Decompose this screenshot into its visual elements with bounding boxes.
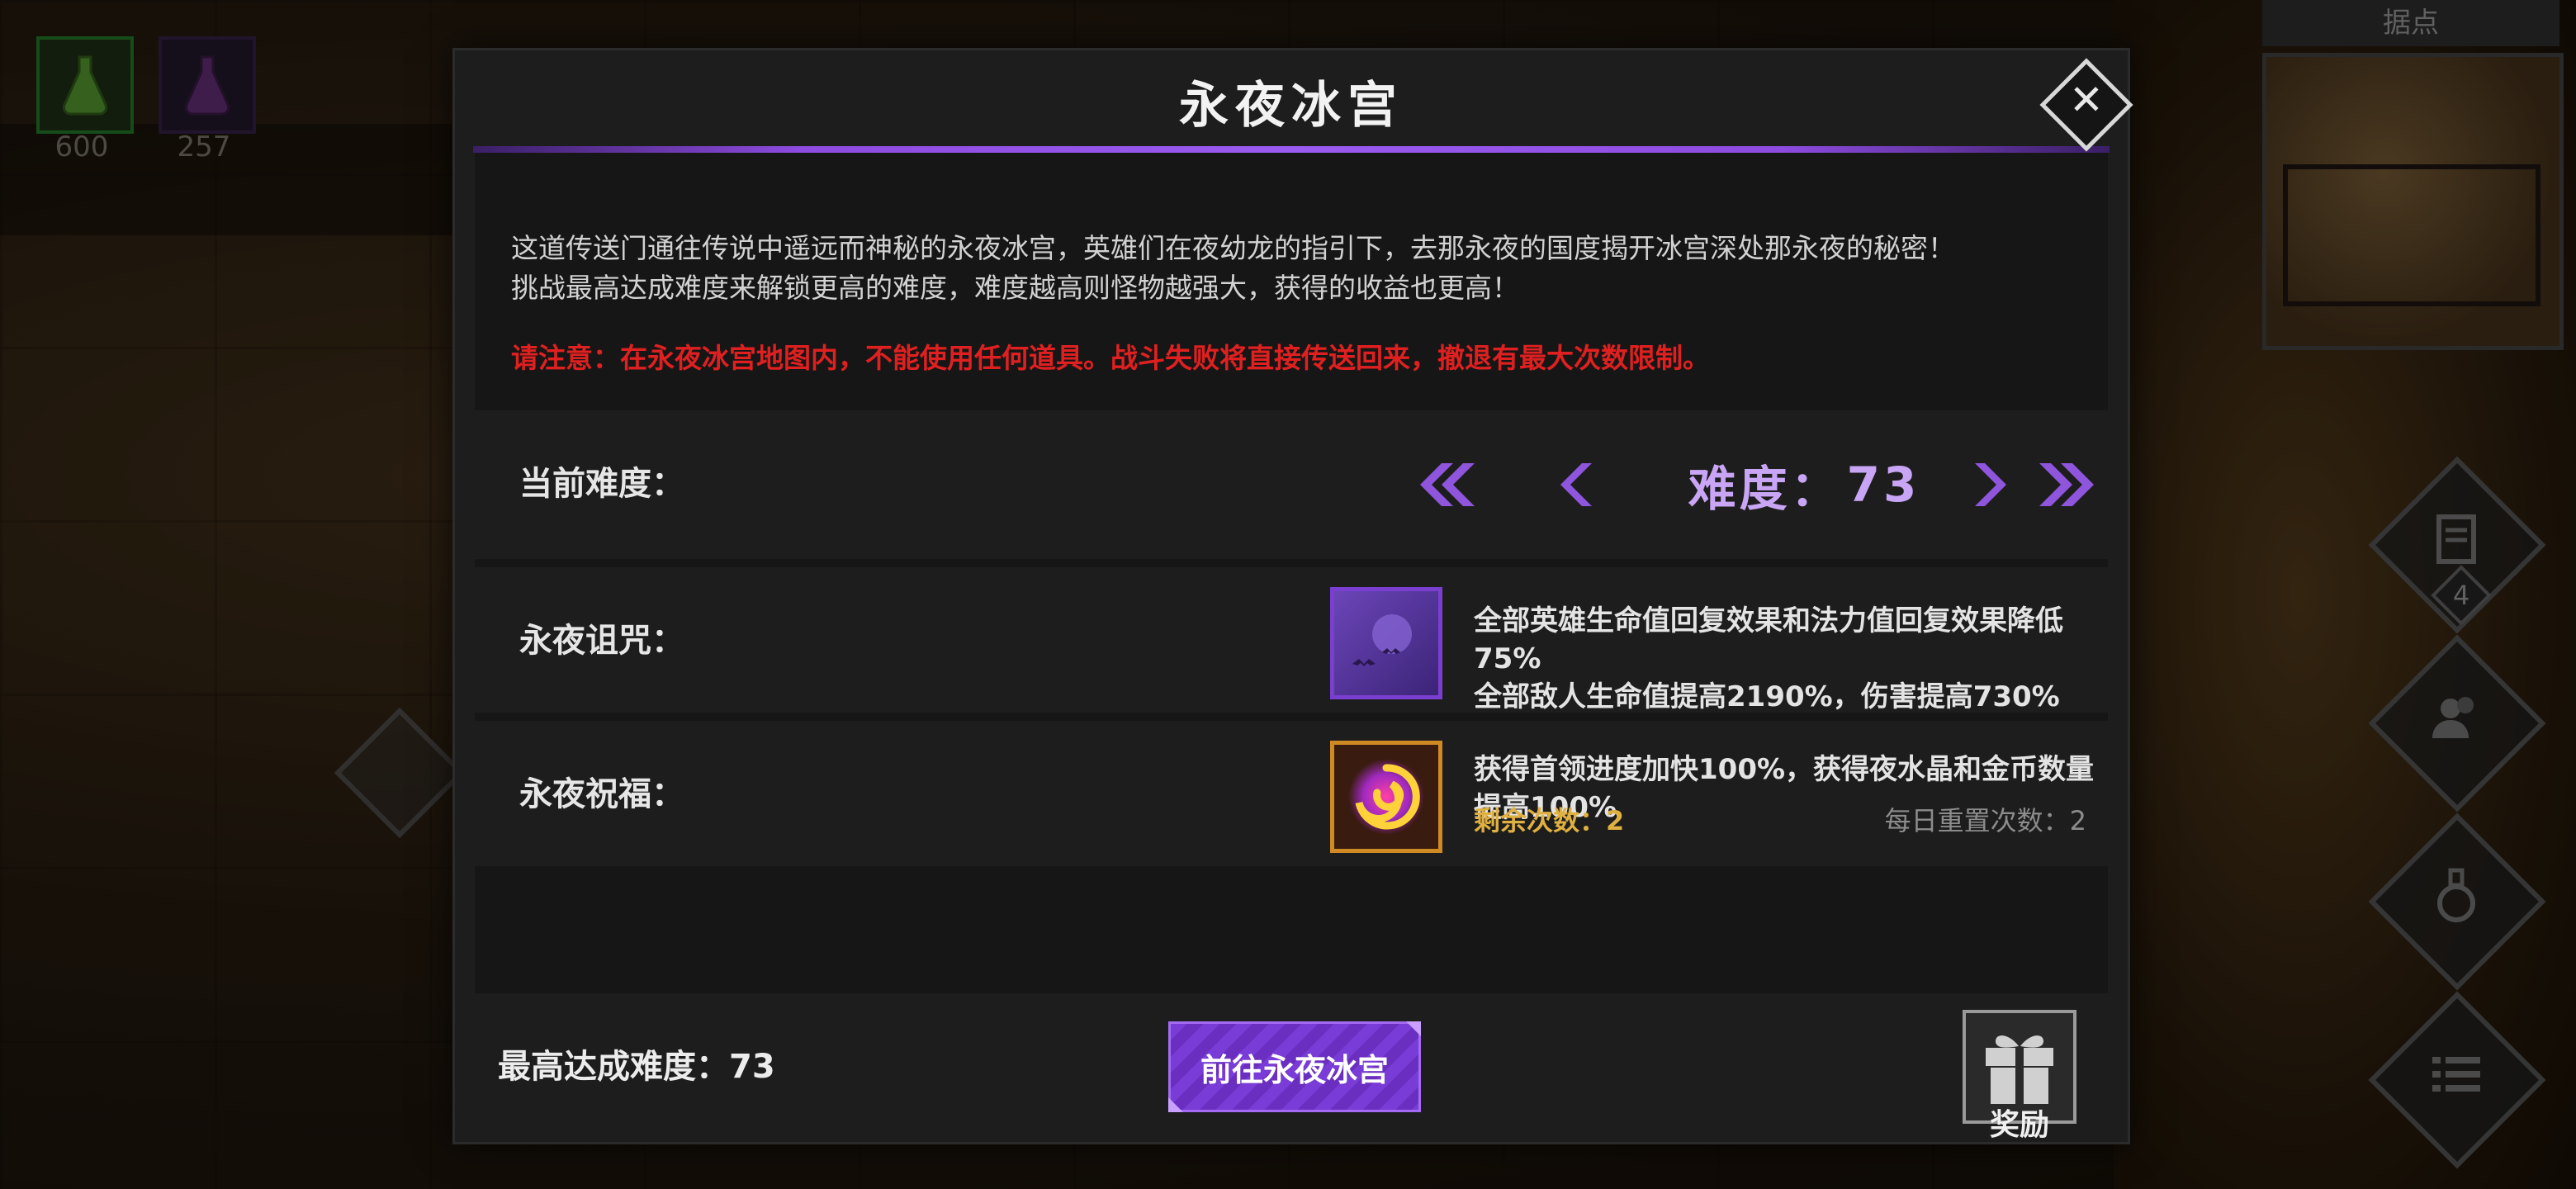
difficulty-increase-button[interactable] — [1961, 410, 2027, 559]
dialog-content: 这道传送门通往传说中遥远而神秘的永夜冰宫，英雄们在夜幼龙的指引下，去那永夜的国度… — [475, 153, 2108, 993]
reward-label: 奖励 — [1989, 1108, 2049, 1142]
gift-icon — [1986, 1035, 2053, 1104]
blessing-row: 永夜祝福： 获得首领进度加快100%，获得夜水晶和金币数量提高100% 剩余次数… — [475, 721, 2108, 866]
chevron-left-icon — [1560, 463, 1592, 506]
title-divider — [473, 146, 2110, 153]
enter-ice-palace-button[interactable]: 前往永夜冰宫 — [1168, 1021, 1421, 1112]
warning-text: 请注意：在永夜冰宫地图内，不能使用任何道具。战斗失败将直接传送回来，撤退有最大次… — [511, 342, 1710, 374]
difficulty-last-button[interactable] — [2032, 410, 2106, 559]
description: 这道传送门通往传说中遥远而神秘的永夜冰宫，英雄们在夜幼龙的指引下，去那永夜的国度… — [511, 229, 2096, 308]
difficulty-row: 当前难度： 难度： 73 — [475, 410, 2108, 559]
difficulty-value-label: 难度： — [1688, 461, 1842, 517]
difficulty-first-button[interactable] — [1399, 410, 1490, 559]
curse-line-2: 全部敌人生命值提高2190%，伤害提高730% — [1474, 680, 2060, 713]
curse-label: 永夜诅咒： — [519, 622, 684, 660]
curse-icon-frame[interactable] — [1330, 587, 1442, 699]
description-line-2: 挑战最高达成难度来解锁更高的难度，难度越高则怪物越强大，获得的收益也更高！ — [511, 272, 1519, 304]
double-chevron-left-icon — [1420, 463, 1475, 506]
difficulty-label: 当前难度： — [519, 465, 684, 503]
description-line-1: 这道传送门通往传说中遥远而神秘的永夜冰宫，英雄们在夜幼龙的指引下，去那永夜的国度… — [511, 232, 1955, 264]
curse-text: 全部英雄生命值回复效果和法力值回复效果降低75% 全部敌人生命值提高2190%，… — [1474, 602, 2108, 716]
difficulty-decrease-button[interactable] — [1540, 410, 1606, 559]
best-difficulty: 最高达成难度：73 — [498, 1048, 775, 1086]
chevron-right-icon — [1975, 463, 2006, 506]
double-chevron-right-icon — [2039, 463, 2094, 506]
close-icon[interactable]: ✕ — [2055, 69, 2118, 131]
difficulty-value: 73 — [1846, 457, 1920, 513]
golden-swirl-icon — [1348, 759, 1424, 835]
daily-reset-count: 每日重置次数：2 — [1884, 805, 2086, 836]
dialog-title: 永夜冰宫 — [1179, 77, 1404, 135]
curse-line-1: 全部英雄生命值回复效果和法力值回复效果降低75% — [1474, 604, 2063, 675]
eternal-night-ice-palace-dialog: 永夜冰宫 ✕ 这道传送门通往传说中遥远而神秘的永夜冰宫，英雄们在夜幼龙的指引下，… — [452, 48, 2133, 1144]
night-moon-bats-icon — [1352, 614, 1412, 666]
blessing-label: 永夜祝福： — [519, 775, 684, 813]
blessing-icon-frame[interactable] — [1330, 741, 1442, 853]
blessing-remaining: 剩余次数：2 — [1474, 805, 1625, 836]
curse-row: 永夜诅咒： 全部英雄生命值回复效果和法力值回复效果降低75% 全部敌人生命值提高… — [475, 567, 2108, 713]
difficulty-display: 难度： 73 — [1614, 410, 1994, 559]
